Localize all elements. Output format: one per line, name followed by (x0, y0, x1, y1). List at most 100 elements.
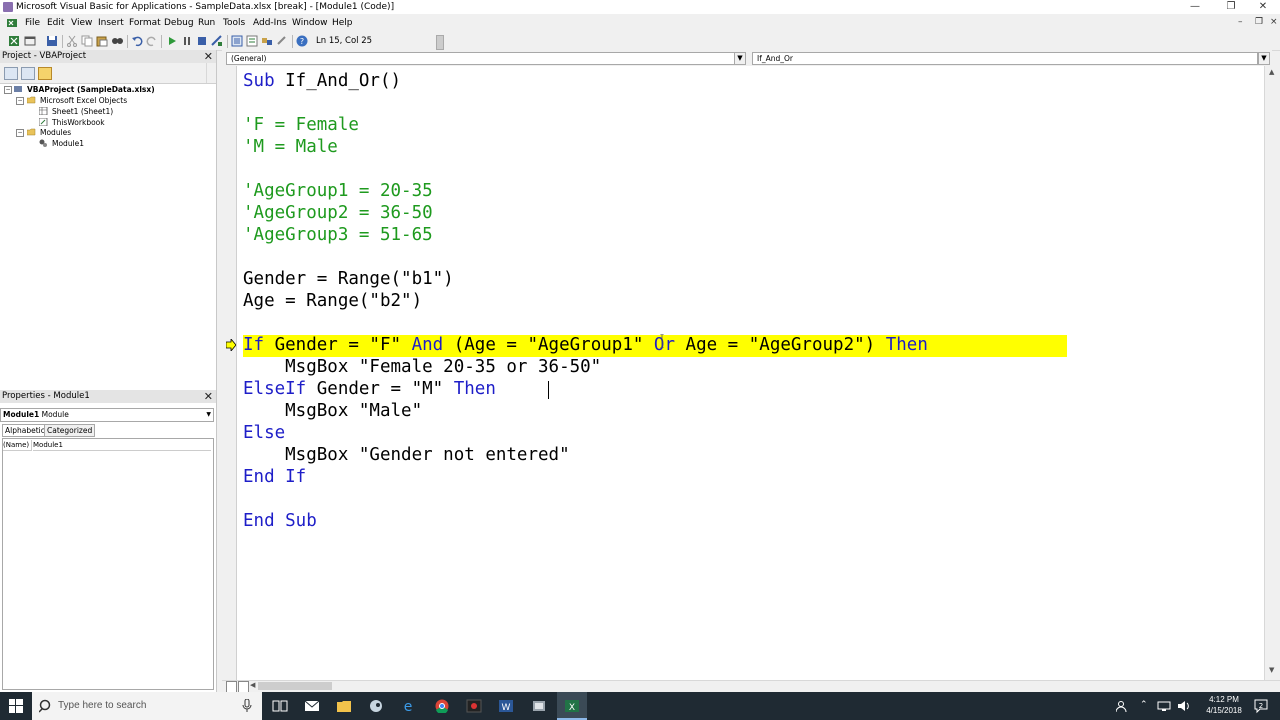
save-icon[interactable] (46, 35, 58, 47)
menu-debug[interactable]: Debug (164, 18, 194, 28)
project-explorer-close-button[interactable]: ✕ (204, 50, 213, 63)
task-view-icon[interactable] (272, 699, 288, 713)
menu-edit[interactable]: Edit (47, 18, 64, 28)
tree-item-excel-objects[interactable]: Microsoft Excel Objects (40, 96, 127, 105)
copy-icon[interactable] (81, 35, 93, 47)
chrome-icon[interactable] (434, 699, 450, 713)
code-line-else: Else (243, 423, 286, 443)
word-icon[interactable]: W (498, 699, 514, 713)
keyword: Then (885, 335, 928, 355)
tree-item-thisworkbook[interactable]: ThisWorkbook (52, 118, 105, 127)
camtasia-icon[interactable] (466, 699, 482, 713)
tree-toggle[interactable]: − (4, 86, 12, 94)
mdi-restore-button[interactable]: ❐ (1255, 17, 1263, 27)
workbook-icon (39, 118, 48, 126)
properties-window: Properties - Module1 ✕ Module1 Module ▼ … (0, 390, 217, 692)
tree-item-vbaproject[interactable]: VBAProject (SampleData.xlsx) (27, 85, 155, 94)
insert-module-icon[interactable] (24, 35, 36, 47)
file-explorer-icon[interactable] (336, 699, 352, 713)
menu-format[interactable]: Format (129, 18, 161, 28)
object-browser-icon[interactable] (261, 35, 273, 47)
search-placeholder: Type here to search (58, 700, 147, 711)
menu-add-ins[interactable]: Add-Ins (253, 18, 287, 28)
chevron-down-icon: ▼ (206, 411, 211, 418)
design-mode-icon[interactable] (211, 35, 223, 47)
menu-view[interactable]: View (71, 18, 92, 28)
code-comment: 'M = Male (243, 137, 338, 157)
properties-window-icon[interactable] (246, 35, 258, 47)
mail-icon[interactable] (304, 699, 320, 713)
menu-window[interactable]: Window (292, 18, 328, 28)
notifications-icon[interactable]: 2 (1254, 699, 1272, 715)
properties-close-button[interactable]: ✕ (204, 390, 213, 403)
redo-icon[interactable] (146, 35, 158, 47)
scroll-left-icon[interactable]: ◀ (250, 681, 255, 689)
keyword: Then (453, 379, 496, 399)
scroll-up-icon[interactable]: ▲ (1269, 68, 1274, 76)
menu-insert[interactable]: Insert (98, 18, 124, 28)
menu-tools[interactable]: Tools (223, 18, 245, 28)
network-icon[interactable] (1157, 701, 1171, 711)
taskbar-search-box[interactable]: Type here to search (32, 692, 262, 720)
tab-categorized[interactable]: Categorized (44, 424, 96, 437)
run-icon[interactable] (166, 35, 178, 47)
svg-text:W: W (502, 703, 511, 713)
steam-icon[interactable] (368, 699, 384, 713)
code-line-end-if: End If (243, 467, 307, 487)
people-icon[interactable] (1116, 700, 1130, 712)
text-caret (548, 381, 549, 399)
worksheet-icon (39, 107, 48, 115)
tree-toggle[interactable]: − (16, 129, 24, 137)
reset-icon[interactable] (196, 35, 208, 47)
close-button[interactable]: ✕ (1246, 0, 1280, 14)
keyword: Or (653, 335, 675, 355)
volume-icon[interactable] (1177, 700, 1191, 712)
chevron-down-icon[interactable]: ▼ (734, 52, 746, 65)
code-vertical-scrollbar[interactable]: ▲ ▼ (1264, 66, 1280, 680)
taskbar-clock[interactable]: 4:12 PM 4/15/2018 (1196, 694, 1252, 716)
excel-view-icon[interactable] (6, 17, 18, 29)
toolbox-icon[interactable] (276, 35, 288, 47)
edge-browser-icon[interactable]: e (400, 699, 416, 713)
menu-file[interactable]: File (25, 18, 40, 28)
microphone-icon[interactable] (242, 699, 252, 713)
project-pane-scrollbar[interactable] (206, 63, 216, 83)
help-icon[interactable]: ? (296, 35, 308, 47)
maximize-button[interactable]: ❐ (1214, 0, 1248, 14)
toolbar-separator (161, 35, 162, 48)
project-explorer-icon[interactable] (231, 35, 243, 47)
find-icon[interactable] (111, 35, 123, 47)
mdi-close-button[interactable]: × (1270, 17, 1278, 27)
toggle-folders-icon[interactable] (38, 67, 52, 80)
chevron-up-icon[interactable]: ⌃ (1140, 700, 1148, 710)
margin-indicator-bar[interactable] (222, 66, 237, 680)
chevron-down-icon[interactable]: ▼ (1258, 52, 1270, 65)
windows-start-icon[interactable] (9, 699, 23, 713)
toolbar-grip[interactable] (436, 35, 444, 50)
property-value[interactable]: Module1 (33, 440, 211, 451)
excel-icon[interactable]: X (564, 699, 580, 713)
tab-alphabetic[interactable]: Alphabetic (2, 424, 48, 437)
mdi-minimize-button[interactable]: – (1238, 17, 1243, 27)
view-excel-icon[interactable] (8, 35, 20, 47)
cursor-position: Ln 15, Col 25 (316, 36, 373, 46)
break-icon[interactable] (181, 35, 193, 47)
tree-item-modules[interactable]: Modules (40, 128, 71, 137)
tree-item-sheet1[interactable]: Sheet1 (Sheet1) (52, 107, 113, 116)
horizontal-scroll-thumb[interactable] (258, 682, 332, 690)
tree-toggle[interactable]: − (16, 97, 24, 105)
scroll-down-icon[interactable]: ▼ (1269, 666, 1274, 674)
procedure-combo[interactable]: If_And_Or (752, 52, 1258, 65)
menu-help[interactable]: Help (332, 18, 353, 28)
view-object-icon[interactable] (21, 67, 35, 80)
minimize-button[interactable]: — (1178, 0, 1212, 14)
menu-run[interactable]: Run (198, 18, 215, 28)
cut-icon[interactable] (66, 35, 78, 47)
view-code-icon[interactable] (4, 67, 18, 80)
tree-item-module1[interactable]: Module1 (52, 139, 84, 148)
undo-icon[interactable] (131, 35, 143, 47)
object-combo[interactable]: (General) (226, 52, 738, 65)
paste-icon[interactable] (96, 35, 108, 47)
app-window-icon[interactable] (531, 699, 547, 713)
properties-object-select[interactable]: Module1 Module ▼ (0, 408, 214, 422)
